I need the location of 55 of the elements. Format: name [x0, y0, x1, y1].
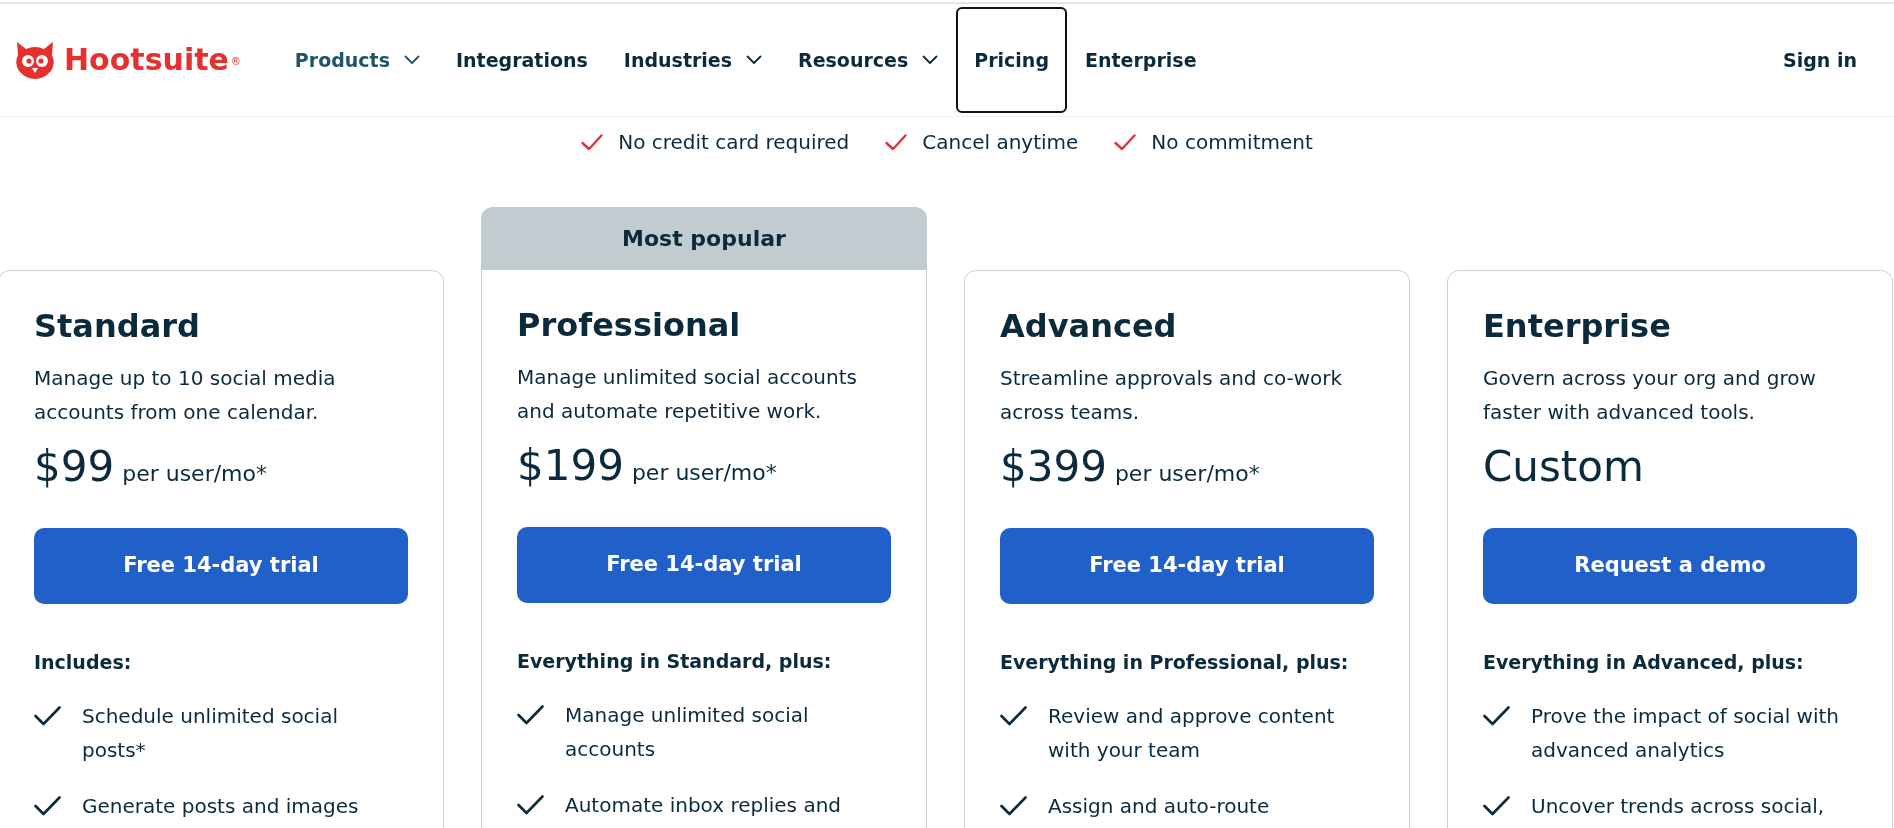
nav-link[interactable]: Industries [623, 45, 763, 75]
price-unit: per user/mo* [631, 459, 777, 487]
plan-description: Manage up to 10 social media accounts from one calendar. [34, 365, 337, 426]
check-icon [1000, 796, 1027, 816]
cta-button[interactable]: Free 14-day trial [517, 527, 891, 603]
plan-price: $99 [34, 441, 115, 493]
plan-title: Enterprise [1483, 306, 1672, 347]
check-icon [885, 133, 908, 151]
owl-logo-icon [14, 41, 56, 79]
nav-link[interactable]: Pricing [956, 7, 1067, 113]
feature-text: Manage unlimited social accounts [565, 702, 810, 763]
feature-text: Review and approve content with your team [1048, 703, 1336, 764]
check-icon [517, 795, 544, 815]
plan-title: Professional [517, 305, 742, 346]
check-icon [1114, 133, 1137, 151]
check-icon [517, 705, 544, 725]
sign-in-link[interactable]: Sign in [1783, 45, 1857, 75]
popular-banner: Most popular [481, 207, 927, 270]
plan-description: Streamline approvals and co-work across teams. [1000, 365, 1344, 426]
check-icon [1483, 706, 1510, 726]
feature-text: Assign and auto-route [1048, 793, 1270, 820]
check-icon [34, 706, 61, 726]
nav-link[interactable]: Products [294, 45, 420, 75]
feature-text: Automate inbox replies and [565, 792, 842, 819]
check-icon [1483, 796, 1510, 816]
check-icon [581, 133, 604, 151]
plan-price: $199 [517, 440, 624, 492]
price-unit: per user/mo* [122, 460, 267, 488]
feature-text: Schedule unlimited social posts* [82, 703, 339, 764]
plan-price: Custom [1483, 441, 1644, 493]
plan-title: Advanced [1000, 306, 1178, 347]
cta-button[interactable]: Request a demo [1483, 528, 1857, 604]
nav-link[interactable]: Integrations [456, 45, 588, 75]
benefit-text: No commitment [1151, 129, 1313, 156]
nav-link[interactable]: Enterprise [1085, 45, 1197, 75]
cta-button[interactable]: Free 14-day trial [34, 528, 408, 604]
plan-description: Govern across your org and grow faster with advanced tools. [1483, 365, 1817, 426]
plan-title: Standard [34, 306, 201, 347]
features-heading: Everything in Professional, plus: [1000, 650, 1350, 675]
feature-text: Generate posts and images [82, 793, 359, 820]
features-heading: Includes: [34, 650, 133, 675]
benefit-text: Cancel anytime [922, 129, 1079, 156]
benefit-text: No credit card required [618, 129, 850, 156]
plan-description: Manage unlimited social accounts and automate repetitive work. [517, 364, 858, 425]
cta-button[interactable]: Free 14-day trial [1000, 528, 1374, 604]
features-heading: Everything in Advanced, plus: [1483, 650, 1805, 675]
price-unit: per user/mo* [1114, 460, 1260, 488]
nav-link[interactable]: Resources [798, 45, 939, 75]
plan-price: $399 [1000, 441, 1107, 493]
check-icon [34, 796, 61, 816]
check-icon [1000, 706, 1027, 726]
feature-text: Uncover trends across social, [1531, 793, 1825, 820]
feature-text: Prove the impact of social with advanced analytics [1531, 703, 1841, 764]
logo-link[interactable]: Hootsuite$^{®}$ [14, 41, 241, 79]
features-heading: Everything in Standard, plus: [517, 649, 833, 674]
